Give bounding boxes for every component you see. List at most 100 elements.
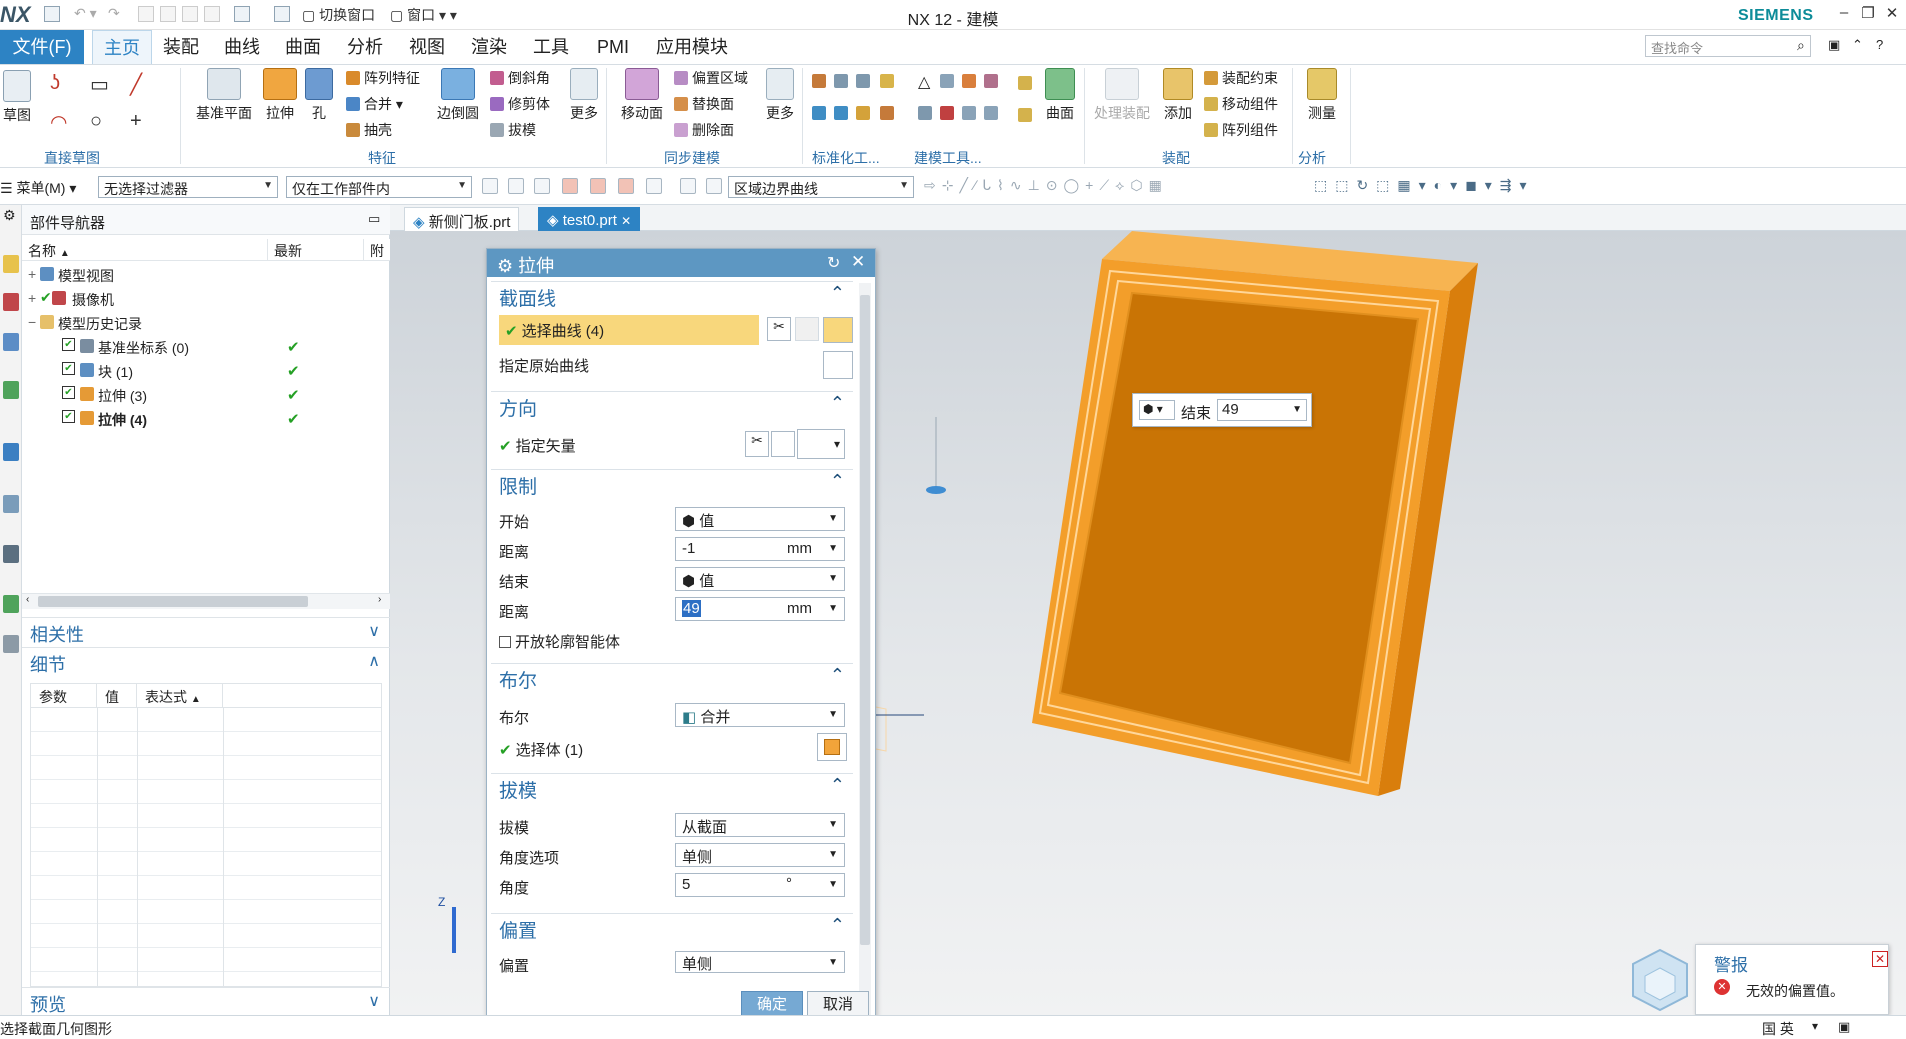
- tool-icon[interactable]: [962, 74, 976, 88]
- window-menu-button[interactable]: ▢ 窗口 ▾ ▾: [390, 5, 457, 25]
- std-part-icon[interactable]: [880, 106, 894, 120]
- tab-tools[interactable]: 工具: [526, 30, 576, 64]
- group-feature[interactable]: 特征: [368, 148, 396, 168]
- constraint-navigator-icon[interactable]: [3, 293, 19, 311]
- web-browser-icon[interactable]: [3, 443, 19, 461]
- filter-tool-icon[interactable]: [618, 178, 634, 194]
- tree-row-model-history[interactable]: − 模型历史记录: [22, 311, 390, 335]
- onscreen-end-input[interactable]: 49 ▼: [1217, 399, 1307, 421]
- ribbon-toggle-icon[interactable]: ▣: [1828, 37, 1840, 53]
- select-curve-row[interactable]: ✔ 选择曲线 (4): [499, 315, 759, 345]
- tree-row-block[interactable]: ✔ 块 (1) ✔: [22, 359, 390, 383]
- file-menu[interactable]: 文件(F): [0, 30, 84, 64]
- chevron-down-icon[interactable]: ▾: [1812, 1019, 1818, 1033]
- process-studio-icon[interactable]: [3, 595, 19, 613]
- status-toggle-icon[interactable]: ▣: [1838, 1019, 1850, 1035]
- drag-handle[interactable]: [926, 486, 946, 494]
- switch-window-button[interactable]: ▢ 切换窗口: [302, 5, 375, 25]
- replace-face-button[interactable]: 替换面: [674, 94, 734, 114]
- rectangle-icon[interactable]: ▭: [90, 72, 109, 97]
- clock-icon[interactable]: [3, 545, 19, 563]
- tab-pmi[interactable]: PMI: [588, 30, 638, 64]
- select-all-icon[interactable]: [646, 178, 662, 194]
- section-header-boolean[interactable]: 布尔 ⌃: [491, 663, 853, 693]
- tree-row-extrude-3[interactable]: ✔ 拉伸 (3) ✔: [22, 383, 390, 407]
- trim-body-button[interactable]: 修剪体: [490, 94, 550, 114]
- section-header-limits[interactable]: 限制 ⌃: [491, 469, 853, 499]
- scroll-left-icon[interactable]: ‹: [26, 594, 29, 605]
- vector-type-select[interactable]: ▾: [797, 429, 845, 459]
- reverse-direction-icon[interactable]: ✂: [745, 431, 769, 457]
- limit-type-select[interactable]: ⬢ ▾: [1139, 400, 1175, 420]
- tool-icon[interactable]: [984, 106, 998, 120]
- filter-tool-icon[interactable]: [562, 178, 578, 194]
- tree-row-extrude-4[interactable]: ✔ 拉伸 (4) ✔: [22, 407, 390, 431]
- command-finder-icon[interactable]: [274, 6, 290, 22]
- tab-home[interactable]: 主页: [92, 30, 152, 64]
- end-distance-input[interactable]: 49 mm ▼: [675, 597, 845, 621]
- start-type-select[interactable]: ⬢ 值 ▼: [675, 507, 845, 531]
- group-sync-modeling[interactable]: 同步建模: [664, 148, 720, 168]
- dialog-scrollbar[interactable]: [859, 283, 871, 1027]
- checkbox-icon[interactable]: ✔: [62, 386, 75, 399]
- add-component-button[interactable]: 添加: [1160, 68, 1196, 123]
- reset-icon[interactable]: ↻: [827, 253, 840, 273]
- paste-icon[interactable]: [182, 6, 198, 22]
- checkbox-icon[interactable]: ✔: [62, 410, 75, 423]
- tab-application[interactable]: 应用模块: [650, 30, 734, 64]
- gear-icon[interactable]: ⚙: [3, 207, 16, 224]
- redo-icon[interactable]: ↷: [108, 5, 120, 25]
- delete-face-button[interactable]: 删除面: [674, 120, 734, 140]
- main-menu-button[interactable]: ☰ 菜单(M) ▾: [0, 178, 76, 198]
- view-cube-icon[interactable]: [1625, 944, 1695, 1014]
- tool-icon[interactable]: [918, 106, 932, 120]
- tab-render[interactable]: 渲染: [464, 30, 514, 64]
- section-header-draft[interactable]: 拔模 ⌃: [491, 773, 853, 803]
- scroll-right-icon[interactable]: ›: [378, 594, 381, 605]
- edge-blend-button[interactable]: 边倒圆: [434, 68, 482, 123]
- std-part-icon[interactable]: [812, 106, 826, 120]
- tool-icon[interactable]: [962, 106, 976, 120]
- tab-curve[interactable]: 曲线: [217, 30, 267, 64]
- tab-view[interactable]: 视图: [402, 30, 452, 64]
- section-dependencies[interactable]: 相关性 ∨: [22, 617, 390, 645]
- section-details[interactable]: 细节 ∧: [22, 647, 390, 675]
- vector-dialog-icon[interactable]: [771, 431, 795, 457]
- std-part-icon[interactable]: [834, 106, 848, 120]
- gear-tool-icon[interactable]: [1018, 76, 1032, 90]
- feature-more-button[interactable]: 更多: [566, 68, 602, 123]
- checkbox-icon[interactable]: ✔: [62, 362, 75, 375]
- profile-icon[interactable]: ʖ: [50, 72, 60, 95]
- chamfer-button[interactable]: 倒斜角: [490, 68, 550, 88]
- selection-scope-select[interactable]: 仅在工作部件内 ▼: [286, 176, 472, 198]
- section-curve-icon[interactable]: [823, 317, 853, 343]
- draft-button[interactable]: 拔模: [490, 120, 536, 140]
- tab-analysis[interactable]: 分析: [340, 30, 390, 64]
- maximize-icon[interactable]: ▭: [368, 211, 380, 227]
- close-button[interactable]: ✕: [1881, 4, 1903, 24]
- close-icon[interactable]: ✕: [1872, 951, 1888, 967]
- measure-button[interactable]: 测量: [1302, 68, 1342, 123]
- group-modeling-tools[interactable]: 建模工具...: [914, 148, 982, 168]
- gear-tool-icon[interactable]: [1018, 108, 1032, 122]
- tool-icon[interactable]: [940, 106, 954, 120]
- filter-tool-icon[interactable]: [482, 178, 498, 194]
- line-icon[interactable]: ╱: [130, 72, 142, 97]
- undo-icon[interactable]: ↶ ▾: [74, 5, 97, 25]
- column-uptodate[interactable]: 最新: [268, 239, 364, 261]
- offset-select[interactable]: 单侧 ▼: [675, 951, 845, 973]
- gear-icon[interactable]: ⚙: [497, 256, 513, 276]
- tree-row-camera[interactable]: + ✔ 摄像机: [22, 287, 390, 311]
- pattern-feature-button[interactable]: 阵列特征: [346, 68, 420, 88]
- tool-icon[interactable]: [984, 74, 998, 88]
- filter-tool-icon[interactable]: [534, 178, 550, 194]
- std-part-icon[interactable]: [856, 106, 870, 120]
- tree-row-model-views[interactable]: + 模型视图: [22, 263, 390, 287]
- tree-row-datum-csys[interactable]: ✔ 基准坐标系 (0) ✔: [22, 335, 390, 359]
- std-part-icon[interactable]: [880, 74, 894, 88]
- curve-icon[interactable]: [795, 317, 819, 341]
- select-body-button[interactable]: [817, 733, 847, 761]
- copy-icon[interactable]: [160, 6, 176, 22]
- scrollbar-thumb[interactable]: [860, 295, 870, 945]
- section-preview[interactable]: 预览 ∨: [22, 987, 390, 1015]
